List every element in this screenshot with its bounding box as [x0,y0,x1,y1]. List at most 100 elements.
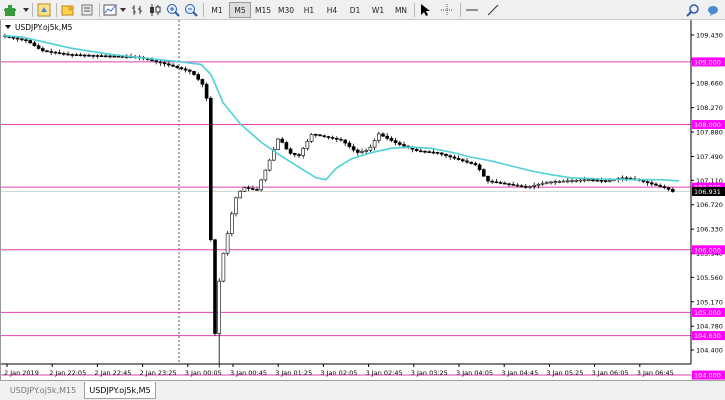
timeframe-m15[interactable]: M15 [252,2,274,18]
candle-body [234,197,238,215]
time-tick-label: 3 Jan 00:05 [185,369,222,377]
candle-body [188,69,192,72]
timeframe-d1[interactable]: D1 [344,2,366,18]
time-tick-label: 3 Jan 05:25 [546,369,583,377]
candle-body [511,184,516,186]
candle-body [284,142,289,150]
candle-body [91,55,95,57]
candle-body [263,169,268,181]
zoom-in-icon[interactable] [164,2,182,18]
candle-body [641,180,646,182]
candle-body [309,133,314,142]
candle-body [418,150,423,153]
tab-usdjpy-m15[interactable]: USDJPY.oj5k,M15 [2,382,84,399]
zoom-out-icon[interactable] [182,2,200,18]
candle-body [108,55,112,58]
crosshair-icon[interactable] [438,2,456,18]
candle-body [578,179,583,182]
price-level-tag-label: 106.000 [694,246,721,254]
tab-usdjpy-m5[interactable]: USDJPY.oj5k,M5 [84,382,156,399]
timeframe-h1[interactable]: H1 [298,2,320,18]
candle-body [251,188,255,190]
time-tick-label: 2 Jan 23:25 [140,369,177,377]
candle-body [582,179,587,182]
candle-body [372,140,377,148]
candle-body [74,54,79,56]
candle-body [301,148,306,156]
candle-body [213,239,217,334]
candle-body [477,164,482,170]
candle-body [19,38,24,41]
bar-chart-icon[interactable] [128,2,146,18]
price-level-tag-label: 104.630 [694,332,721,340]
candle-body [498,182,503,184]
candle-body [288,148,293,154]
search-icon[interactable] [684,2,702,18]
candle-body [540,182,545,185]
candle-body [481,169,486,177]
candle-body [351,146,356,151]
candle-body [347,142,352,147]
candle-body [78,54,83,57]
candle-body [469,161,474,164]
candle-body [536,183,541,186]
candle-body [217,280,221,334]
navigator-icon[interactable] [78,2,96,18]
candle-body [313,133,318,136]
candle-body [376,133,381,141]
candle-body [494,181,499,184]
price-tick-label: 108.660 [696,80,723,88]
candle-body [666,187,671,190]
chart-window[interactable]: USDJPY.oj5k,M5 109.430109.040108.660108.… [0,20,725,380]
time-tick-label: 3 Jan 02:05 [320,369,357,377]
candle-body [267,159,272,171]
profiles-icon[interactable] [35,2,53,18]
new-chart-icon[interactable] [2,2,22,18]
candle-body [385,135,390,139]
candle-body [414,148,419,152]
time-tick-label: 3 Jan 01:25 [275,369,312,377]
chevron-down-icon[interactable] [22,2,30,18]
cursor-arrow-icon[interactable] [416,2,434,18]
trendline-icon[interactable] [484,2,502,18]
candle-body [83,54,87,57]
candle-body [192,71,196,75]
candle-body [355,149,360,153]
chart-tab-bar: USDJPY.oj5k,M15 USDJPY.oj5k,M5 [0,380,725,400]
candle-body [162,62,167,65]
candle-body [171,64,175,67]
timeframe-m1[interactable]: M1 [206,2,228,18]
candle-body [670,189,675,192]
candle-body [11,36,16,39]
market-watch-icon[interactable] [59,2,77,18]
candle-body [343,139,348,144]
candle-body [423,150,427,153]
time-tick-label: 3 Jan 04:05 [456,369,493,377]
moving-average-line [2,34,680,182]
timeframe-m30[interactable]: M30 [275,2,297,18]
price-tick-label: 106.720 [696,201,723,209]
candle-body [99,55,104,57]
price-chart[interactable]: 109.430109.040108.660108.270107.880107.4… [1,20,725,380]
chevron-down-icon[interactable] [119,2,127,18]
candlestick-icon[interactable] [146,2,164,18]
candle-body [368,146,373,151]
timeframe-m5[interactable]: M5 [229,2,251,18]
candle-body [175,65,179,68]
candle-body [225,233,230,254]
chart-type-icon[interactable] [101,2,119,18]
community-icon[interactable] [704,2,722,18]
candle-body [544,181,549,184]
candle-body [292,152,297,155]
timeframe-h4[interactable]: H4 [321,2,343,18]
price-level-tag-label: 104.000 [694,372,721,380]
candle-body [549,181,553,184]
candle-body [515,184,520,187]
timeframe-w1[interactable]: W1 [367,2,389,18]
candle-body [523,186,528,188]
candle-body [565,180,570,183]
candle-body [574,180,579,182]
horizontal-line-icon[interactable] [463,2,481,18]
time-tick-label: 2 Jan 2019 [4,369,39,377]
timeframe-mn[interactable]: MN [390,2,412,18]
